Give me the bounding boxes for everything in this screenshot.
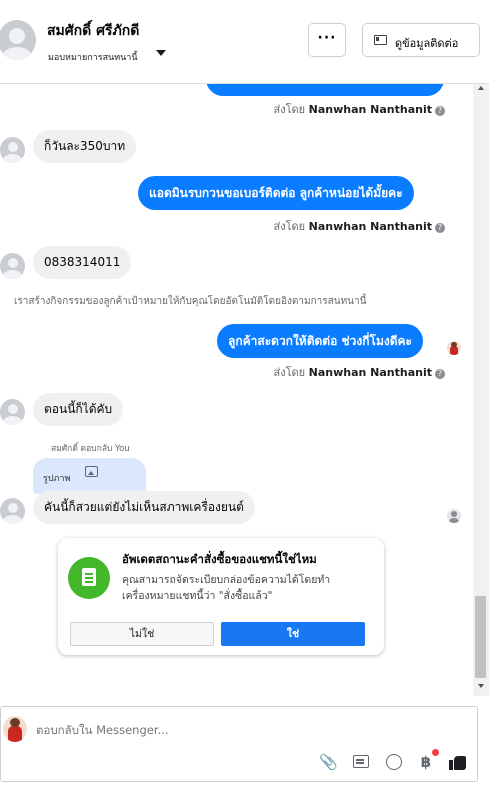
contact-avatar-small xyxy=(0,137,25,163)
contact-avatar-small xyxy=(0,253,25,279)
message-bubble-incoming[interactable]: ตอนนี้ก็ได้คับ xyxy=(33,393,124,426)
more-options-button[interactable]: ··· xyxy=(308,23,346,57)
message-bubble-outgoing[interactable] xyxy=(206,84,444,96)
scrollbar[interactable] xyxy=(473,84,489,696)
contact-avatar-small xyxy=(0,498,25,524)
scroll-down-icon[interactable] xyxy=(478,684,484,688)
sent-by-label: ส่งโดย Nanwhan Nanthanit? xyxy=(274,100,445,118)
scroll-up-icon[interactable] xyxy=(478,86,484,90)
quoted-message[interactable]: รูปภาพ xyxy=(33,458,146,494)
saved-replies-icon[interactable] xyxy=(352,753,370,771)
payment-icon[interactable]: ฿ xyxy=(417,753,435,771)
conversation-header: สมศักดิ์ ศรีภักดี มอบหมายการสนทนานี้ ···… xyxy=(0,0,489,84)
thumbs-up-icon[interactable] xyxy=(449,753,467,771)
page-avatar xyxy=(3,716,27,742)
no-button[interactable]: ไม่ใช่ xyxy=(70,622,214,646)
card-body: คุณสามารถจัดระเบียบกล่องข้อความได้โดยทำเ… xyxy=(122,574,331,602)
seen-avatar xyxy=(447,341,461,355)
contact-name[interactable]: สมศักดิ์ ศรีภักดี xyxy=(47,20,139,42)
contact-avatar[interactable] xyxy=(0,20,36,60)
help-icon[interactable]: ? xyxy=(435,369,445,379)
order-status-card: อัพเดตสถานะคำสั่งซื้อของแชทนี้ใช่ไหม คุณ… xyxy=(58,538,384,655)
sent-by-label: ส่งโดย Nanwhan Nanthanit? xyxy=(274,363,445,381)
help-icon[interactable]: ? xyxy=(435,106,445,116)
message-bubble-outgoing[interactable]: ลูกค้าสะดวกให้ติดต่อ ช่วงกี่โมงดีคะ xyxy=(217,324,423,358)
reply-input[interactable] xyxy=(36,723,456,737)
contact-card-icon xyxy=(374,35,387,45)
notification-dot xyxy=(432,749,439,756)
system-note: เราสร้างกิจกรรมของลูกค้าเป้าหมายให้กับคุ… xyxy=(14,296,367,307)
view-contact-info-label: ดูข้อมูลติดต่อ xyxy=(395,37,459,50)
yes-button[interactable]: ใช่ xyxy=(221,622,365,646)
quoted-message-text: รูปภาพ xyxy=(43,474,71,484)
seen-indicator-icon xyxy=(447,509,461,523)
message-bubble-incoming[interactable]: ก็วันละ350บาท xyxy=(33,130,137,163)
scrollbar-thumb[interactable] xyxy=(475,596,486,678)
message-bubble-incoming[interactable]: คันนี้ก็สวยแต่ยังไม่เห็นสภาพเครื่องยนต์ xyxy=(33,491,255,524)
message-bubble-incoming[interactable]: 0838314011 xyxy=(33,246,132,279)
view-contact-info-button[interactable]: ดูข้อมูลติดต่อ xyxy=(362,23,480,57)
image-icon xyxy=(85,466,98,477)
contact-avatar-small xyxy=(0,399,25,425)
message-bubble-outgoing[interactable]: แอดมินรบกวนขอเบอร์ติดต่อ ลูกค้าหน่อยได้ม… xyxy=(138,176,414,210)
paperclip-icon[interactable]: 📎 xyxy=(319,753,338,771)
sent-by-label: ส่งโดย Nanwhan Nanthanit? xyxy=(274,217,445,235)
message-composer: 📎 ฿ xyxy=(0,706,478,782)
emoji-icon[interactable] xyxy=(385,753,403,771)
chevron-down-icon[interactable] xyxy=(156,50,166,56)
assign-conversation-label[interactable]: มอบหมายการสนทนานี้ xyxy=(48,50,138,64)
reply-note: สมศักดิ์ ตอบกลับ You xyxy=(51,444,130,454)
message-thread: ส่งโดย Nanwhan Nanthanit? ก็วันละ350บาท … xyxy=(0,84,489,696)
card-title: อัพเดตสถานะคำสั่งซื้อของแชทนี้ใช่ไหม xyxy=(122,552,317,566)
help-icon[interactable]: ? xyxy=(435,223,445,233)
order-document-icon xyxy=(68,557,110,599)
